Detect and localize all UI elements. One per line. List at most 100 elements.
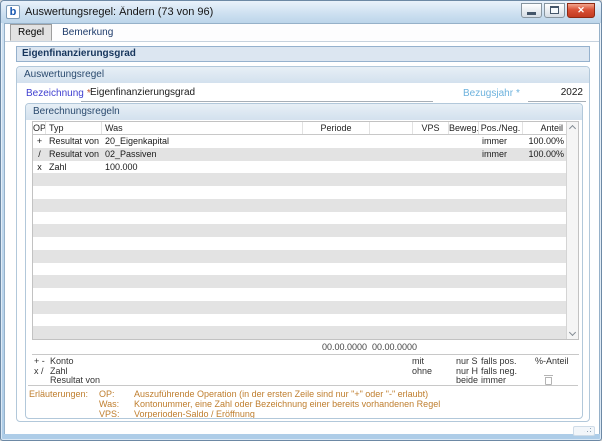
delete-icon[interactable] xyxy=(544,375,553,385)
table-row[interactable] xyxy=(33,300,567,314)
bezugsjahr-input[interactable]: 2022 xyxy=(528,87,586,102)
cell-vps xyxy=(413,314,449,327)
cell-vps xyxy=(413,173,449,186)
cell-typ xyxy=(46,250,102,263)
bezeichnung-input[interactable]: Eigenfinanzierungsgrad xyxy=(81,87,433,102)
cell-typ xyxy=(46,263,102,276)
col-anteil: Anteil xyxy=(523,122,567,134)
cell-pos xyxy=(479,263,523,276)
legend-op-symbols: + - x / xyxy=(34,356,45,376)
cell-bew xyxy=(449,212,479,225)
title-bar[interactable]: b Auswertungsregel: Ändern (73 von 96) ✕ xyxy=(1,1,601,23)
cell-vps xyxy=(413,161,449,174)
group-auswertungsregel: Auswertungsregel Bezeichnung * Eigenfinan… xyxy=(16,66,590,422)
tab-regel[interactable]: Regel xyxy=(10,24,53,41)
cell-per2 xyxy=(370,186,413,199)
note-key: OP: xyxy=(99,389,115,399)
table-row[interactable] xyxy=(33,275,567,288)
table-row[interactable] xyxy=(33,314,567,327)
cell-bew xyxy=(449,148,479,161)
cell-vps xyxy=(413,186,449,199)
cell-ant xyxy=(523,237,567,250)
cell-per2 xyxy=(370,314,413,327)
cell-per2 xyxy=(370,288,413,301)
cell-typ xyxy=(46,224,102,237)
cell-per xyxy=(303,148,370,161)
note-text: Vorperioden-Saldo / Eröffnung xyxy=(134,409,255,419)
table-row[interactable]: / Resultat von 02_Passiven immer 100.00% xyxy=(33,147,567,161)
group-berechnungsregeln-label: Berechnungsregeln xyxy=(26,104,582,120)
page-title: Eigenfinanzierungsgrad xyxy=(16,46,590,62)
table-row[interactable] xyxy=(33,326,567,339)
cell-typ: Resultat von xyxy=(49,148,100,159)
cell-was xyxy=(102,199,303,212)
cell-per2 xyxy=(370,199,413,212)
cell-per2 xyxy=(370,250,413,263)
legend-beweg-options: nur S nur H beide xyxy=(456,356,479,386)
form-fields: Bezeichnung * Eigenfinanzierungsgrad Bezu… xyxy=(17,87,589,103)
cell-ant xyxy=(523,199,567,212)
cell-was: 100.000 xyxy=(105,161,138,172)
cell-vps xyxy=(413,301,449,314)
cell-pos xyxy=(479,186,523,199)
legend-typ-options: Konto Zahl Resultat von xyxy=(50,356,101,386)
cell-per xyxy=(303,224,370,237)
col-periode: Periode xyxy=(303,122,370,134)
scroll-up-icon[interactable] xyxy=(568,124,577,133)
cell-per xyxy=(303,199,370,212)
vertical-scrollbar[interactable] xyxy=(566,122,578,339)
cell-was xyxy=(102,326,303,339)
cell-was xyxy=(102,288,303,301)
resize-grip[interactable] xyxy=(583,427,592,433)
table-header: OP Typ Was Periode VPS Beweg. Pos./Neg. … xyxy=(33,122,567,135)
table-row[interactable] xyxy=(33,288,567,301)
col-posneg: Pos./Neg. xyxy=(479,122,523,134)
table-row[interactable] xyxy=(33,263,567,276)
group-berechnungsregeln: Berechnungsregeln OP Typ Was Periode VPS… xyxy=(25,103,583,419)
table-row[interactable] xyxy=(33,198,567,212)
table-row[interactable] xyxy=(33,173,567,186)
cell-ant xyxy=(523,275,567,288)
scroll-down-icon[interactable] xyxy=(568,328,577,337)
table-row[interactable] xyxy=(33,186,567,199)
cell-ant xyxy=(523,212,567,225)
table-row[interactable] xyxy=(33,212,567,225)
maximize-button[interactable] xyxy=(544,2,565,18)
table-row[interactable] xyxy=(33,224,567,237)
cell-per xyxy=(303,161,370,174)
close-button[interactable]: ✕ xyxy=(567,2,595,18)
table-row[interactable]: x Zahl 100.000 xyxy=(33,161,567,174)
table-row[interactable]: + Resultat von 20_Eigenkapital immer 100.00% xyxy=(33,135,567,148)
cell-vps xyxy=(413,326,449,339)
cell-per2 xyxy=(370,301,413,314)
note-key: Was: xyxy=(99,399,120,409)
tab-bemerkung[interactable]: Bemerkung xyxy=(54,24,121,41)
cell-pos xyxy=(479,212,523,225)
cell-was xyxy=(102,224,303,237)
required-marker: * xyxy=(516,88,520,99)
cell-per xyxy=(303,326,370,339)
note-key: VPS: xyxy=(99,409,120,419)
cell-was xyxy=(102,186,303,199)
cell-typ xyxy=(46,288,102,301)
cell-ant xyxy=(523,224,567,237)
cell-bew xyxy=(449,224,479,237)
cell-per xyxy=(303,135,370,148)
cell-per xyxy=(303,250,370,263)
cell-pos xyxy=(479,326,523,339)
cell-per2 xyxy=(370,326,413,339)
cell-bew xyxy=(449,326,479,339)
cell-bew xyxy=(449,135,479,148)
cell-was xyxy=(102,314,303,327)
cell-op xyxy=(33,173,46,186)
table-row[interactable] xyxy=(33,237,567,250)
cell-per xyxy=(303,173,370,186)
date-format-to: 00.00.0000 xyxy=(372,342,418,352)
cell-vps xyxy=(413,135,449,148)
table-row[interactable] xyxy=(33,249,567,263)
cell-vps xyxy=(413,148,449,161)
cell-pos xyxy=(479,250,523,263)
cell-per2 xyxy=(370,161,413,174)
cell-op xyxy=(33,301,46,314)
minimize-button[interactable] xyxy=(521,2,542,18)
